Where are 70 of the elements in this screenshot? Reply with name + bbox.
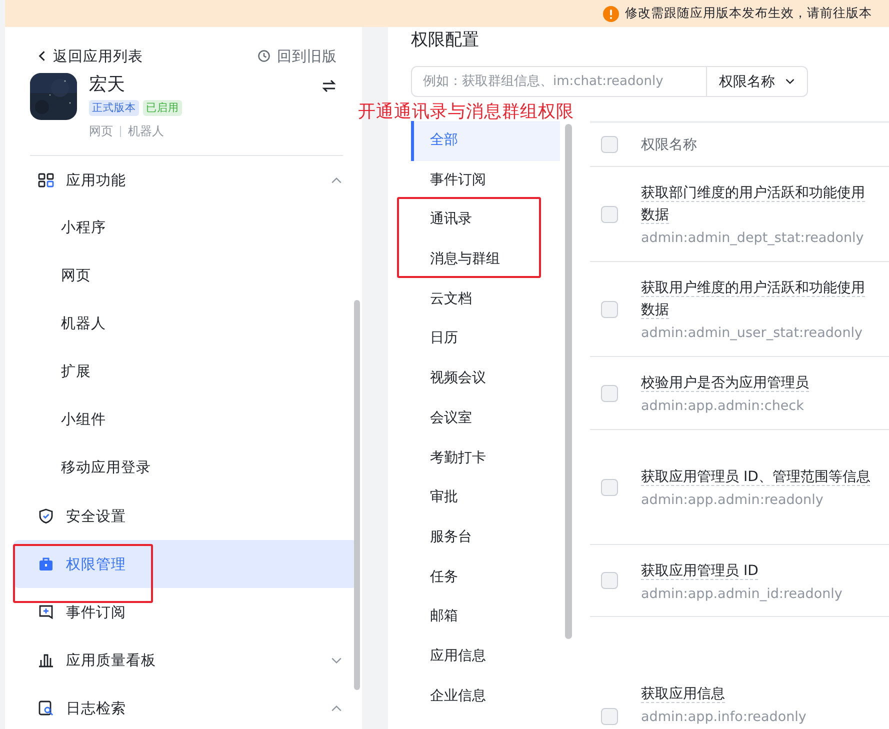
submenu-item[interactable]: 移动应用登录 [5, 444, 358, 492]
permission-name: 获取部门维度的用户活跃和功能使用数据 [641, 184, 866, 226]
category-item[interactable]: 事件订阅 [411, 160, 560, 200]
app-name: 宏天 [89, 73, 126, 97]
briefcase-icon [38, 556, 54, 572]
row-checkbox[interactable] [601, 708, 618, 725]
category-item[interactable]: 通讯录 [411, 200, 560, 240]
status-tag: 正式版本 [89, 100, 139, 116]
category-item[interactable]: 考勤打卡 [411, 438, 560, 478]
platform-label: 机器人 [128, 123, 164, 140]
permission-scope: admin:app.info:readonly [641, 709, 808, 725]
row-checkbox[interactable] [601, 384, 618, 402]
select-all-checkbox[interactable] [601, 136, 618, 153]
category-item[interactable]: 全部 [411, 121, 560, 161]
field-dropdown[interactable]: 权限名称 [707, 66, 808, 97]
submenu-item[interactable]: 网页 [5, 252, 358, 300]
category-item[interactable]: 视频会议 [411, 359, 560, 399]
menu-item[interactable]: 应用质量看板 [13, 636, 358, 684]
permission-name: 获取应用信息 [641, 685, 726, 705]
category-item[interactable]: 企业信息 [411, 676, 560, 716]
old-version-link[interactable]: 回到旧版 [257, 46, 337, 66]
warning-icon [603, 6, 619, 22]
scrollbar[interactable] [565, 124, 572, 639]
category-item[interactable]: 云文档 [411, 280, 560, 320]
menu-item[interactable]: 应用功能 [13, 156, 358, 204]
permission-scope: admin:app.admin:readonly [641, 492, 824, 508]
chevron-left-icon [38, 49, 47, 63]
category-item[interactable]: 邮箱 [411, 597, 560, 637]
platform-label: 网页 [89, 123, 113, 140]
annotation-text: 开通通讯录与消息群组权限 [358, 101, 574, 123]
row-checkbox[interactable] [601, 206, 618, 222]
permission-scope: admin:app.admin:check [641, 398, 805, 414]
chevron-down-icon [785, 78, 795, 85]
category-item[interactable]: 应用信息 [411, 636, 560, 677]
menu-item[interactable]: 日志检索 [13, 684, 358, 729]
column-header: 权限名称 [641, 136, 697, 154]
bar-chart-icon [38, 652, 54, 668]
category-item[interactable]: 审批 [411, 478, 560, 518]
permission-name: 获取用户维度的用户活跃和功能使用数据 [641, 279, 866, 321]
submenu-item[interactable]: 小程序 [5, 204, 358, 252]
row-checkbox[interactable] [601, 478, 618, 496]
permission-scope: admin:app.admin_id:readonly [641, 586, 844, 602]
permission-name: 获取应用管理员 ID [641, 562, 760, 582]
submenu-item[interactable]: 扩展 [5, 348, 358, 396]
notice-text: 修改需跟随应用版本发布生效，请前往版本 [625, 5, 872, 22]
permission-scope: admin:admin_user_stat:readonly [641, 325, 864, 341]
document-search-icon [38, 700, 54, 716]
history-icon [257, 49, 271, 63]
category-item[interactable]: 服务台 [411, 518, 560, 558]
category-item[interactable]: 任务 [411, 558, 560, 598]
back-link[interactable]: 返回应用列表 [38, 46, 143, 66]
permission-name: 校验用户是否为应用管理员 [641, 374, 810, 394]
search-field[interactable]: 例如：获取群组信息、im:chat:readonly [411, 66, 707, 97]
permission-scope: admin:admin_dept_stat:readonly [641, 230, 865, 246]
row-checkbox[interactable] [601, 300, 618, 318]
menu-item[interactable]: 安全设置 [13, 492, 358, 540]
grid-icon [38, 172, 54, 188]
category-item[interactable]: 会议室 [411, 398, 560, 438]
category-item[interactable]: 消息与群组 [411, 240, 560, 280]
category-item[interactable]: 日历 [411, 319, 560, 360]
row-checkbox[interactable] [601, 572, 618, 589]
switch-icon[interactable] [321, 78, 337, 94]
page-title: 权限配置 [411, 29, 480, 52]
shield-icon [38, 508, 54, 524]
submenu-item[interactable]: 机器人 [5, 300, 358, 348]
status-tag: 已启用 [143, 100, 182, 116]
scrollbar[interactable] [354, 300, 360, 690]
submenu-item[interactable]: 小组件 [5, 396, 358, 444]
menu-item[interactable]: 事件订阅 [13, 588, 358, 636]
permission-name: 获取应用管理员 ID、管理范围等信息 [641, 468, 872, 488]
